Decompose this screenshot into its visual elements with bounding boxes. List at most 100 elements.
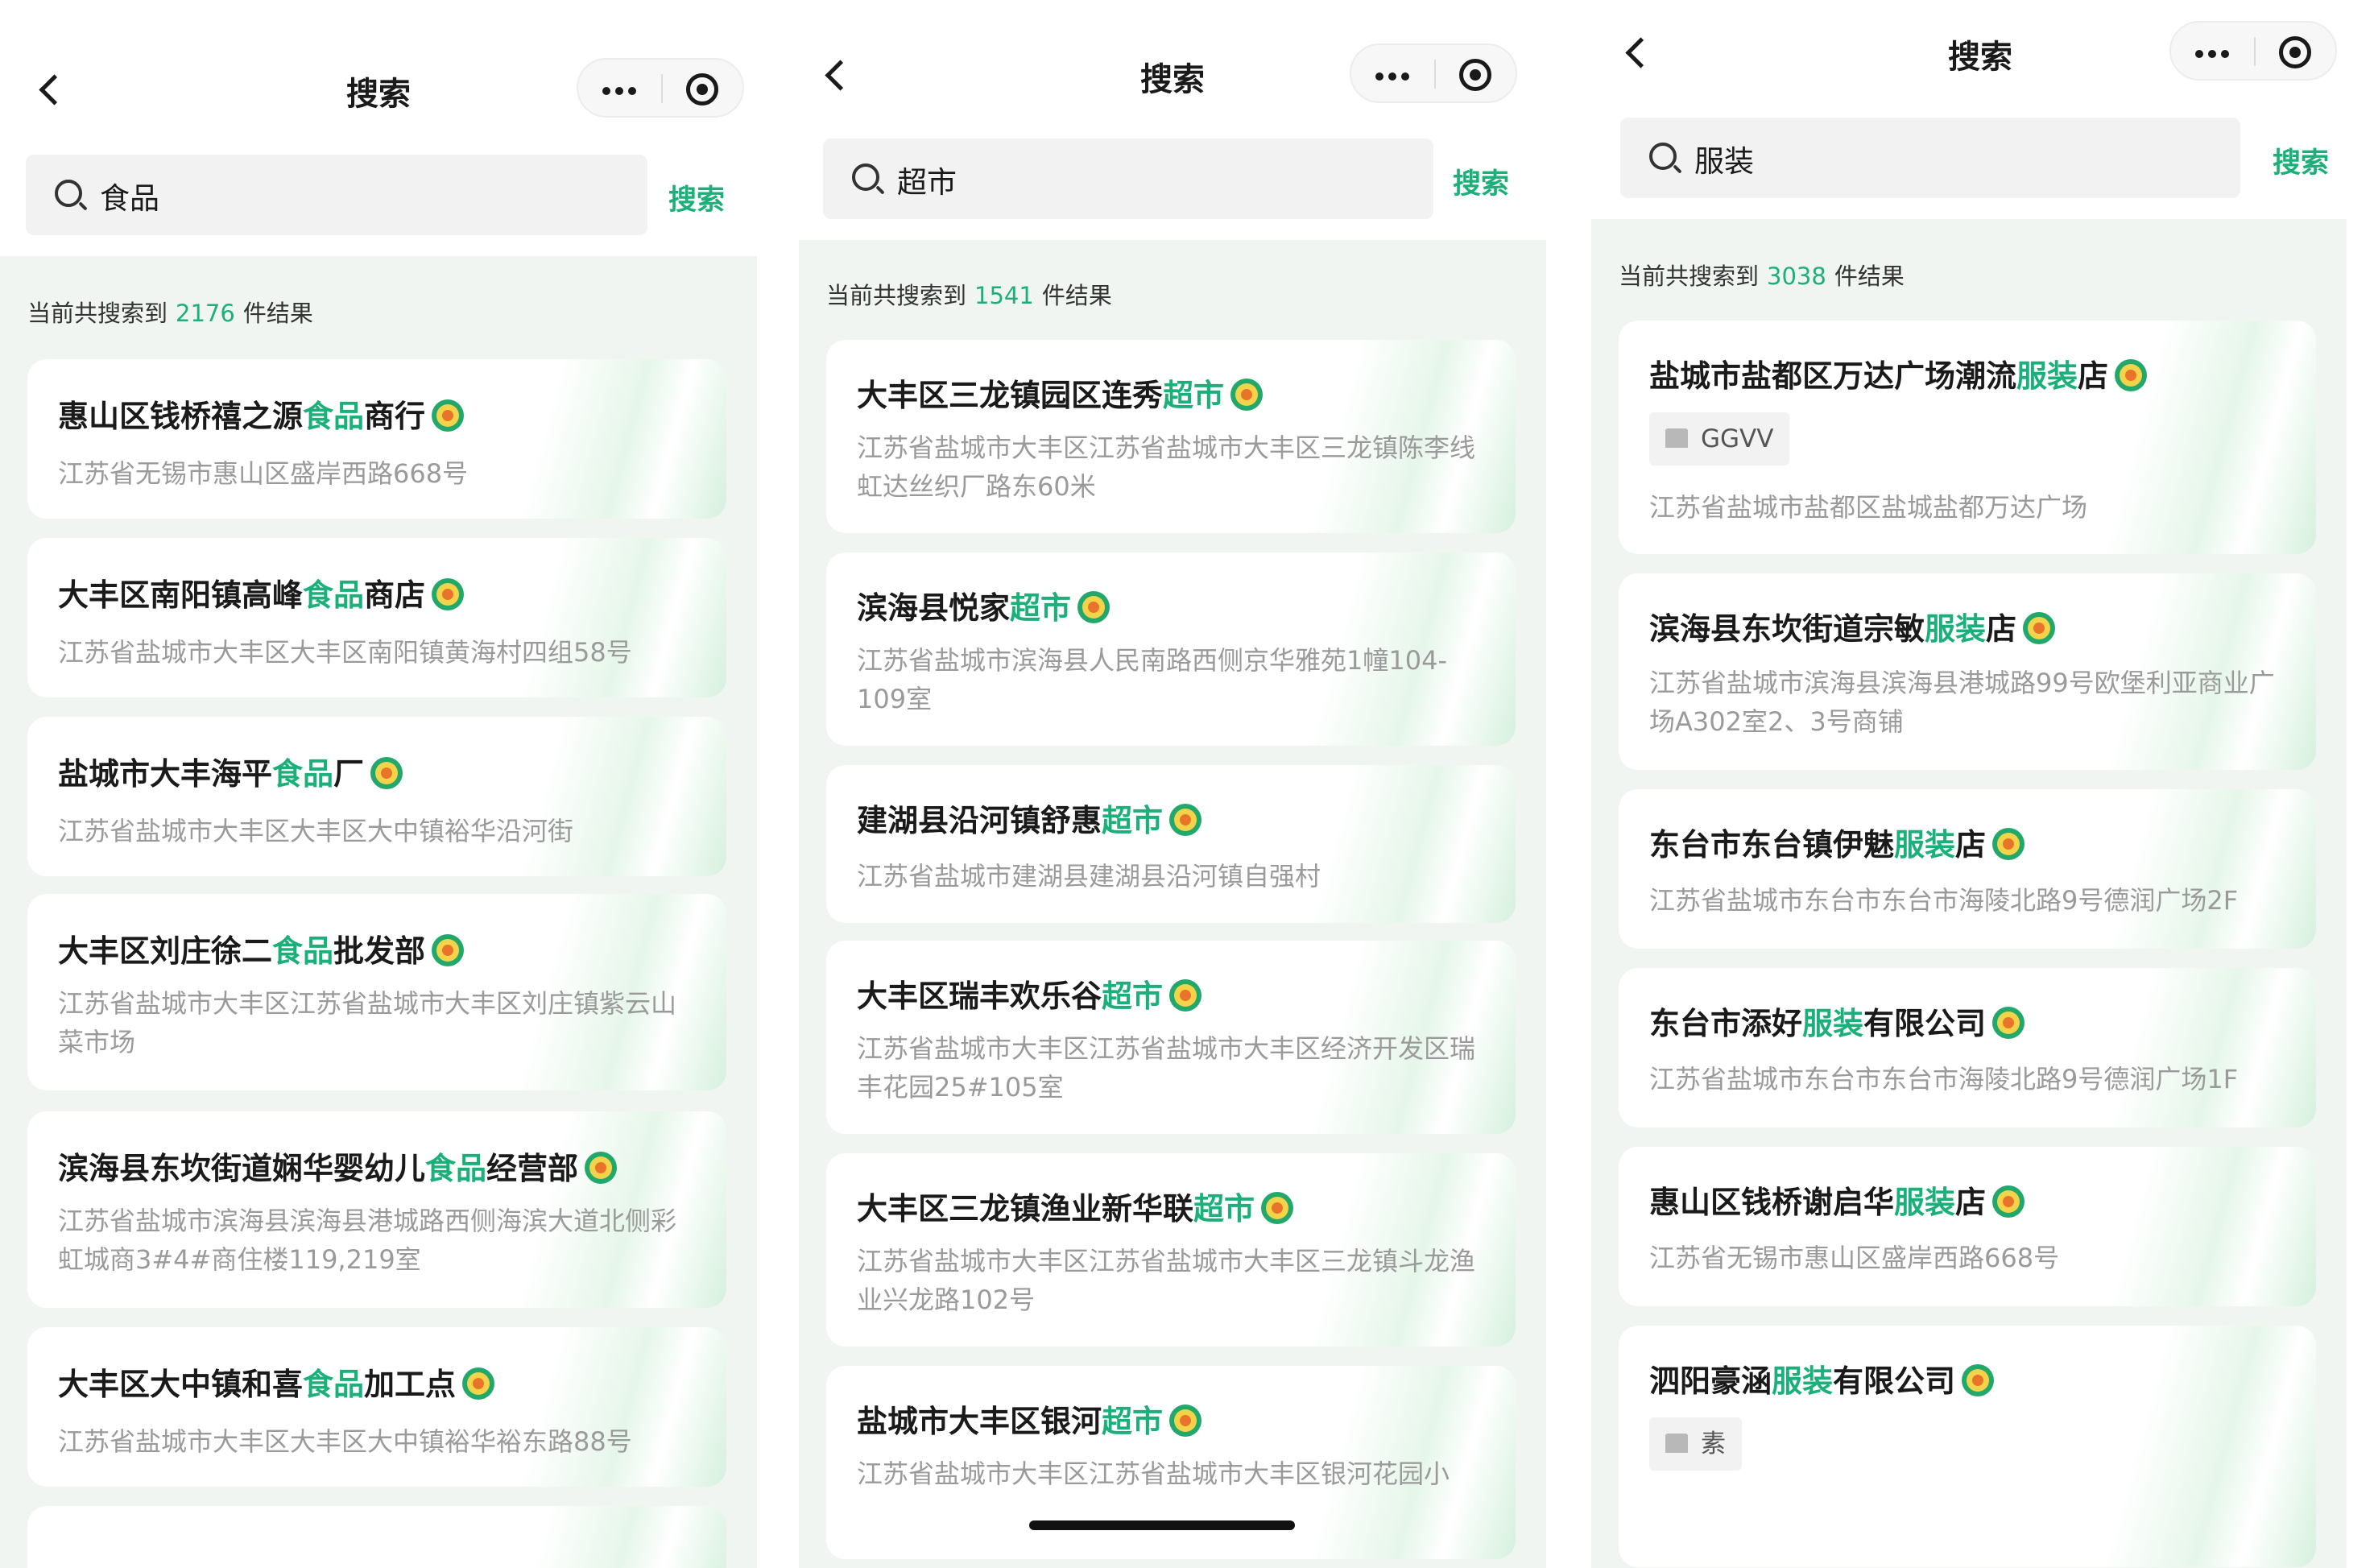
search-button[interactable]: 搜索 [2273,140,2329,181]
menu-capsule[interactable] [2169,21,2337,81]
verified-badge-icon [432,399,465,432]
verified-badge-icon [1261,1192,1294,1224]
more-icon[interactable] [1375,72,1383,81]
result-card[interactable]: 盐城市大丰海平食品厂 江苏省盐城市大丰区大丰区大中镇裕华沿河街 [27,717,726,876]
title-text: 大丰区三龙镇渔业新华联 [857,1191,1194,1227]
results-area: 当前共搜索到 2176 件结果 惠山区钱桥禧之源食品商行 江苏省无锡市惠山区盛岸西路… [0,256,757,1568]
search-button[interactable]: 搜索 [1453,161,1509,202]
title-text: 盐城市盐都区万达广场潮流 [1649,358,2017,394]
verified-badge-icon [1962,1364,1995,1396]
result-address: 江苏省盐城市盐都区盐城盐都万达广场 [1649,492,2088,523]
result-count: 当前共搜索到 3038 件结果 [1619,258,1905,292]
result-count: 当前共搜索到 2176 件结果 [27,295,313,329]
result-title: 大丰区瑞丰欢乐谷超市 [857,971,1202,1016]
result-address: 江苏省盐城市大丰区江苏省盐城市大丰区三龙镇斗龙渔业兴龙路102号 [857,1246,1476,1315]
search-box[interactable]: 服装 [1620,118,2240,198]
result-card-partial[interactable] [27,1506,726,1568]
result-address: 江苏省盐城市大丰区江苏省盐城市大丰区银河花园小 [857,1458,1450,1489]
result-count: 当前共搜索到 1541 件结果 [826,277,1112,311]
tag-label: GGVV [1701,424,1774,453]
search-icon [55,180,82,207]
result-card[interactable]: 滨海县东坎街道宗敏服装店 江苏省盐城市滨海县滨海县港城路99号欧堡利亚商业广场A… [1619,573,2316,770]
results-area: 当前共搜索到 1541 件结果 大丰区三龙镇园区连秀超市 江苏省盐城市大丰区江苏省盐… [799,240,1546,1568]
result-card[interactable]: 惠山区钱桥禧之源食品商行 江苏省无锡市惠山区盛岸西路668号 [27,359,726,519]
title-highlight: 食品 [303,1367,365,1402]
capsule-divider [2254,37,2256,66]
result-title: 盐城市盐都区万达广场潮流服装店 [1649,351,2148,395]
more-icon[interactable] [602,87,610,95]
title-text: 有限公司 [1863,1006,1987,1041]
title-highlight: 超市 [1163,378,1225,413]
result-title: 大丰区南阳镇高峰食品商店 [58,570,465,614]
title-text: 东台市添好 [1649,1006,1803,1041]
result-card[interactable]: 盐城市大丰区银河超市 江苏省盐城市大丰区江苏省盐城市大丰区银河花园小 [826,1366,1516,1559]
title-highlight: 食品 [272,933,334,969]
verified-badge-icon [1169,804,1202,836]
title-text: 惠山区钱桥谢启华 [1649,1185,1895,1220]
result-address: 江苏省无锡市惠山区盛岸西路668号 [1649,1243,2060,1273]
phone-panel-clothing: 搜索 服装 搜索 当前共搜索到 3038 件结果 盐城市盐都区万达广场潮流服装店 G… [1586,0,2374,1568]
more-icon[interactable] [2195,50,2203,58]
result-card[interactable]: 东台市东台镇伊魅服装店 江苏省盐城市东台市东台市海陵北路9号德润广场2F [1619,789,2316,949]
search-input[interactable]: 服装 [1694,137,1754,180]
result-title: 大丰区大中镇和喜食品加工点 [58,1359,495,1404]
count-prefix: 当前共搜索到 [1619,263,1760,290]
results-area: 当前共搜索到 3038 件结果 盐城市盐都区万达广场潮流服装店 GGVV 江苏省盐城… [1591,219,2347,1568]
result-card[interactable]: 大丰区三龙镇渔业新华联超市 江苏省盐城市大丰区江苏省盐城市大丰区三龙镇斗龙渔业兴… [826,1153,1516,1347]
verified-badge-icon [462,1367,495,1400]
search-button[interactable]: 搜索 [668,177,725,218]
menu-capsule[interactable] [577,58,744,118]
search-input[interactable]: 食品 [100,174,159,217]
result-card[interactable]: 滨海县东坎街道娴华婴幼儿食品经营部 江苏省盐城市滨海县滨海县港城路西侧海滨大道北… [27,1111,726,1308]
search-input[interactable]: 超市 [897,158,957,201]
result-card[interactable]: 大丰区大中镇和喜食品加工点 江苏省盐城市大丰区大丰区大中镇裕华裕东路88号 [27,1327,726,1487]
result-title: 建湖县沿河镇舒惠超市 [857,796,1202,840]
search-box[interactable]: 食品 [26,155,647,235]
result-title: 滨海县悦家超市 [857,583,1110,627]
result-card[interactable]: 盐城市盐都区万达广场潮流服装店 GGVV 江苏省盐城市盐都区盐城盐都万达广场 [1619,321,2316,554]
result-card[interactable]: 大丰区南阳镇高峰食品商店 江苏省盐城市大丰区大丰区南阳镇黄海村四组58号 [27,538,726,697]
count-suffix: 件结果 [1041,282,1112,309]
phone-panel-food: 搜索 食品 搜索 当前共搜索到 2176 件结果 惠山区钱桥禧之源食品商行 江苏省无… [0,0,757,1568]
count-suffix: 件结果 [1834,263,1905,290]
search-icon [852,163,879,191]
title-highlight: 食品 [272,756,334,792]
title-text: 惠山区钱桥禧之源 [58,399,304,434]
search-box[interactable]: 超市 [823,139,1433,219]
menu-capsule[interactable] [1350,43,1517,103]
result-card[interactable]: 大丰区瑞丰欢乐谷超市 江苏省盐城市大丰区江苏省盐城市大丰区经济开发区瑞丰花园25… [826,941,1516,1134]
result-card[interactable]: 大丰区三龙镇园区连秀超市 江苏省盐城市大丰区江苏省盐城市大丰区三龙镇陈李线虹达丝… [826,340,1516,533]
title-text: 东台市东台镇伊魅 [1649,827,1895,863]
verified-badge-icon [432,934,465,966]
result-address: 江苏省盐城市东台市东台市海陵北路9号德润广场2F [1649,885,2239,916]
result-card[interactable]: 建湖县沿河镇舒惠超市 江苏省盐城市建湖县建湖县沿河镇自强村 [826,765,1516,923]
verified-badge-icon [1992,1007,2025,1039]
title-text: 店 [1955,1185,1987,1220]
title-text: 大丰区三龙镇园区连秀 [857,378,1164,413]
verified-badge-icon [2115,359,2148,391]
target-icon[interactable] [2279,36,2311,68]
target-icon[interactable] [1459,59,1491,91]
result-title: 泗阳豪涵服装有限公司 [1649,1356,1995,1400]
title-text: 大丰区大中镇和喜 [58,1367,304,1402]
result-card[interactable]: 大丰区刘庄徐二食品批发部 江苏省盐城市大丰区江苏省盐城市大丰区刘庄镇紫云山菜市场 [27,894,726,1090]
result-title: 大丰区三龙镇渔业新华联超市 [857,1184,1294,1228]
result-card[interactable]: 东台市添好服装有限公司 江苏省盐城市东台市东台市海陵北路9号德润广场1F [1619,968,2316,1127]
home-indicator [1029,1520,1295,1530]
count-prefix: 当前共搜索到 [27,300,168,327]
result-address: 江苏省盐城市滨海县滨海县港城路西侧海滨大道北侧彩虹城商3#4#商住楼119,21… [58,1206,677,1275]
result-card[interactable]: 滨海县悦家超市 江苏省盐城市滨海县人民南路西侧京华雅苑1幢104-109室 [826,552,1516,746]
target-icon[interactable] [686,73,718,105]
result-title: 盐城市大丰区银河超市 [857,1396,1202,1441]
shop-icon [1665,1434,1688,1453]
title-highlight: 超市 [1102,803,1164,838]
count-number: 2176 [176,300,235,327]
result-card[interactable]: 泗阳豪涵服装有限公司 素 [1619,1326,2316,1567]
verified-badge-icon [2023,612,2056,644]
count-number: 3038 [1767,263,1826,290]
title-text: 店 [1955,827,1987,863]
title-text: 大丰区刘庄徐二 [58,933,273,969]
result-card[interactable]: 惠山区钱桥谢启华服装店 江苏省无锡市惠山区盛岸西路668号 [1619,1147,2316,1306]
result-title: 大丰区三龙镇园区连秀超市 [857,370,1264,415]
title-highlight: 食品 [303,577,365,613]
